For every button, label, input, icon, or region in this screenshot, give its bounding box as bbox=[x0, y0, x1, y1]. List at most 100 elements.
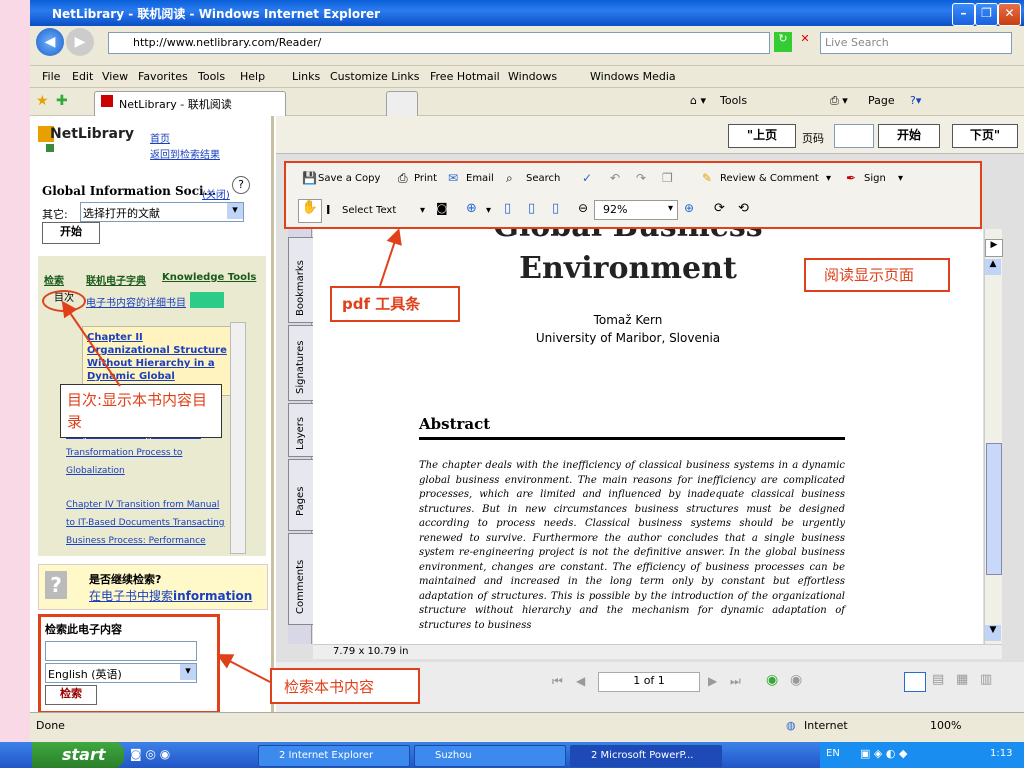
search-content-button[interactable]: 检索 bbox=[45, 685, 97, 705]
help-icon[interactable]: ? bbox=[232, 176, 250, 194]
minimize-button[interactable]: – bbox=[952, 3, 975, 26]
bibliography-tab[interactable]: 电子书内容的详细书目 bbox=[86, 294, 186, 309]
tab-pages[interactable]: Pages bbox=[288, 459, 314, 531]
favorites-star-icon[interactable]: ★ bbox=[36, 93, 49, 109]
menu-favorites[interactable]: Favorites bbox=[138, 70, 188, 83]
page-indicator[interactable]: 1 of 1 bbox=[598, 672, 700, 692]
maximize-button[interactable]: ❐ bbox=[975, 3, 998, 26]
taskbar-item-suzhou[interactable]: Suzhou bbox=[414, 745, 566, 767]
home-link[interactable]: 首页 bbox=[150, 130, 170, 145]
menu-tools[interactable]: Tools bbox=[198, 70, 225, 83]
prev-page-button[interactable]: "上页 bbox=[728, 124, 796, 148]
next-view-icon[interactable]: ◉ bbox=[790, 672, 802, 688]
tab-signatures[interactable]: Signatures bbox=[288, 325, 314, 401]
last-page-icon[interactable]: ⏭ bbox=[730, 674, 741, 689]
next-page-icon[interactable]: ▶ bbox=[708, 674, 717, 688]
select-text-button[interactable]: Select Text bbox=[342, 205, 396, 216]
go-button[interactable]: 开始 bbox=[878, 124, 940, 148]
single-page-icon[interactable] bbox=[904, 672, 926, 692]
undo-icon[interactable]: ↶ bbox=[610, 171, 620, 185]
refresh-icon[interactable]: ↻ bbox=[774, 32, 792, 52]
continue-search-link[interactable]: 在电子书中搜索information bbox=[89, 587, 252, 604]
link-hotmail[interactable]: Free Hotmail bbox=[430, 70, 500, 83]
first-page-icon[interactable]: ⏮ bbox=[552, 674, 563, 689]
review-comment-button[interactable]: Review & Comment bbox=[720, 173, 819, 184]
taskbar-item-powerpoint[interactable]: 2 Microsoft PowerP... bbox=[570, 745, 722, 767]
link-windows[interactable]: Windows bbox=[508, 70, 557, 83]
forward-button[interactable]: ▶ bbox=[66, 28, 94, 56]
continuous-facing-icon[interactable]: ▥ bbox=[980, 672, 992, 687]
continuous-icon[interactable]: ▤ bbox=[932, 672, 944, 687]
back-to-results-link[interactable]: 返回到检索结果 bbox=[150, 146, 220, 161]
tray-icons[interactable]: ▣ ◈ ◐ ◆ bbox=[860, 747, 907, 760]
tab-netlibrary[interactable]: NetLibrary - 联机阅读 bbox=[94, 91, 286, 116]
page-number-input[interactable] bbox=[834, 124, 874, 148]
search-input[interactable]: Live Search bbox=[820, 32, 1012, 54]
quicklaunch-icons[interactable]: ◙ ◎ ◉ bbox=[130, 747, 170, 761]
rotate-back-icon[interactable]: ⟲ bbox=[738, 201, 749, 216]
email-button[interactable]: Email bbox=[466, 173, 494, 184]
fit-width-icon[interactable]: ▯ bbox=[552, 201, 559, 216]
start-button[interactable]: start bbox=[32, 742, 124, 768]
print-icon[interactable]: ⎙ ▾ bbox=[830, 94, 848, 108]
menu-edit[interactable]: Edit bbox=[72, 70, 93, 83]
hand-tool-icon[interactable]: ✋ bbox=[298, 199, 322, 223]
rotate-icon[interactable]: ⟳ bbox=[714, 201, 725, 216]
tab-dictionary[interactable]: 联机电子字典 bbox=[86, 272, 146, 287]
menu-help[interactable]: Help bbox=[240, 70, 265, 83]
close-book-link[interactable]: (关闭) bbox=[202, 186, 230, 201]
add-favorite-icon[interactable]: ✚ bbox=[56, 93, 68, 109]
page-menu[interactable]: Page bbox=[868, 94, 895, 107]
sign-button[interactable]: Sign bbox=[864, 173, 886, 184]
snapshot-icon[interactable]: ◙ bbox=[436, 201, 448, 215]
language-indicator[interactable]: EN bbox=[826, 748, 840, 759]
taskbar-item-ie[interactable]: 2 Internet Explorer bbox=[258, 745, 410, 767]
copy-icon[interactable]: ❐ bbox=[662, 171, 673, 185]
tab-layers[interactable]: Layers bbox=[288, 403, 314, 457]
zoom-input[interactable]: 92% ▾ bbox=[594, 200, 678, 220]
scroll-up-arrow-icon[interactable]: ▲ bbox=[985, 259, 1001, 275]
other-select[interactable]: 选择打开的文献 ▾ bbox=[80, 202, 244, 222]
prev-page-icon[interactable]: ◀ bbox=[576, 674, 585, 688]
stop-icon[interactable]: ✕ bbox=[796, 32, 814, 52]
tools-menu[interactable]: Tools bbox=[720, 94, 747, 107]
scroll-down-arrow-icon[interactable]: ▼ bbox=[985, 625, 1001, 641]
toc-tab[interactable]: 目次 bbox=[42, 290, 86, 312]
url-input[interactable]: http://www.netlibrary.com/Reader/ bbox=[108, 32, 770, 54]
tab-search[interactable]: 检索 bbox=[44, 272, 64, 287]
toc-scrollbar[interactable] bbox=[230, 322, 246, 554]
search-content-input[interactable] bbox=[45, 641, 197, 661]
search-button[interactable]: Search bbox=[526, 173, 560, 184]
language-select[interactable]: English (英语) ▾ bbox=[45, 663, 197, 683]
start-button[interactable]: 开始 bbox=[42, 222, 100, 244]
zoom-level[interactable]: 100% bbox=[930, 719, 961, 732]
tab-comments[interactable]: Comments bbox=[288, 533, 314, 625]
zoom-in-icon[interactable]: ⊕ bbox=[466, 201, 477, 216]
print-button[interactable]: Print bbox=[414, 173, 437, 184]
page-scrollbar[interactable]: ▶ ▲ ▼ bbox=[984, 229, 1003, 644]
close-button[interactable]: ✕ bbox=[998, 3, 1021, 26]
menu-file[interactable]: File bbox=[42, 70, 60, 83]
next-page-button[interactable]: 下页" bbox=[952, 124, 1018, 148]
link-customize[interactable]: Customize Links bbox=[330, 70, 420, 83]
new-tab-button[interactable] bbox=[386, 91, 418, 116]
menu-view[interactable]: View bbox=[102, 70, 128, 83]
toc-chapter-4[interactable]: Chapter IV Transition from Manual to IT-… bbox=[66, 496, 226, 550]
tab-knowledge-tools[interactable]: Knowledge Tools bbox=[162, 272, 256, 283]
redo-icon[interactable]: ↷ bbox=[636, 171, 646, 185]
back-button[interactable]: ◀ bbox=[36, 28, 64, 56]
spellcheck-icon[interactable]: ✓ bbox=[582, 171, 592, 185]
tab-bookmarks[interactable]: Bookmarks bbox=[288, 237, 314, 323]
home-icon[interactable]: ⌂ ▾ bbox=[690, 94, 706, 107]
facing-icon[interactable]: ▦ bbox=[956, 672, 968, 687]
zoom-in-small-icon[interactable]: ⊕ bbox=[684, 201, 694, 215]
link-windows-media[interactable]: Windows Media bbox=[590, 70, 676, 83]
scroll-thumb[interactable] bbox=[986, 443, 1002, 575]
help-icon[interactable]: ?▾ bbox=[910, 94, 921, 107]
actual-size-icon[interactable]: ▯ bbox=[504, 201, 511, 216]
save-copy-button[interactable]: Save a Copy bbox=[318, 173, 380, 184]
zoom-out-icon[interactable]: ⊖ bbox=[578, 201, 588, 215]
previous-view-icon[interactable]: ◉ bbox=[766, 672, 778, 688]
fit-page-icon[interactable]: ▯ bbox=[528, 201, 535, 216]
scroll-right-arrow-icon[interactable]: ▶ bbox=[985, 239, 1003, 257]
